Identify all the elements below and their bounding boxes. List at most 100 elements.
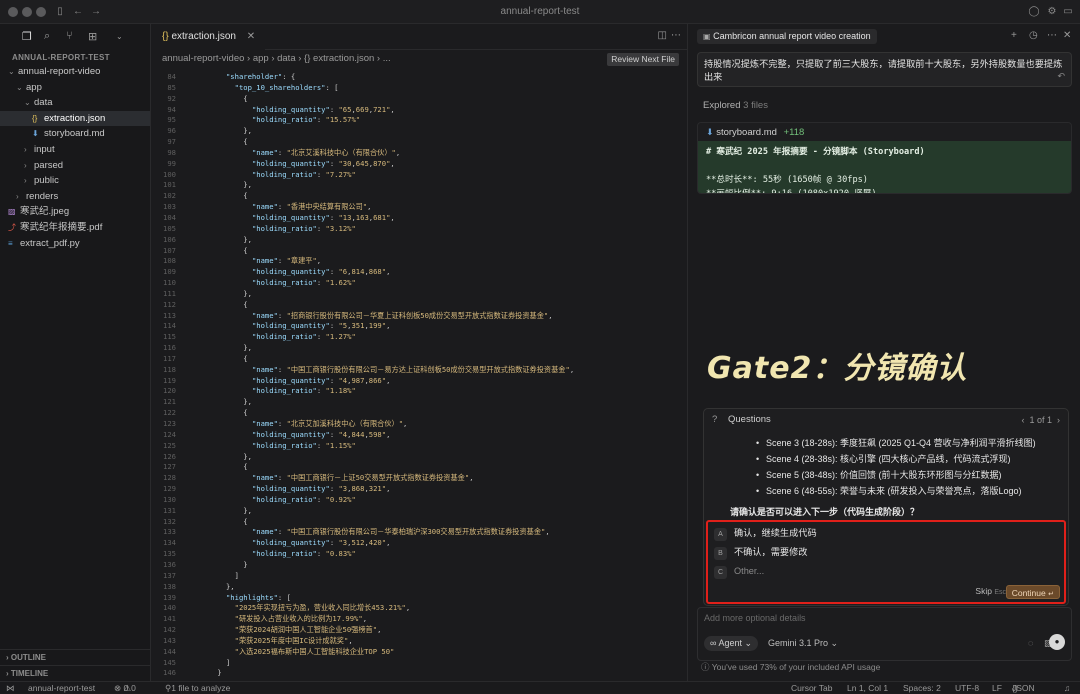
answer-option[interactable]: A 确认，继续生成代码 bbox=[714, 526, 817, 541]
tree-item-label: extraction.json bbox=[44, 112, 106, 124]
code-line: 101 }, bbox=[152, 180, 688, 191]
model-selector[interactable]: Gemini 3.1 Pro ⌄ bbox=[768, 636, 838, 651]
cursor-position[interactable]: Ln 1, Col 1 bbox=[847, 682, 888, 694]
code-line: 94 "holding_quantity": "65,669,721", bbox=[152, 105, 688, 116]
file-change-card[interactable]: ⬇ storyboard.md +118 # 寒武纪 2025 年报摘要 - 分… bbox=[697, 122, 1072, 194]
code-text: "holding_ratio": "0.83%" bbox=[251, 549, 356, 559]
indentation-status[interactable]: Spaces: 2 bbox=[903, 682, 941, 694]
image-file-icon: ▨ bbox=[8, 207, 16, 217]
problems-indicator[interactable]: ⊗ 0 ⚠ 0 bbox=[114, 682, 136, 694]
line-number: 128 bbox=[163, 473, 176, 483]
line-number: 116 bbox=[163, 343, 176, 353]
agent-mode-selector[interactable]: ∞ Agent ⌄ bbox=[704, 636, 759, 651]
more-options-icon[interactable]: ⋯ bbox=[1047, 30, 1057, 41]
new-chat-plus-icon[interactable]: + bbox=[1011, 30, 1017, 41]
tree-item[interactable]: ⌄ annual-report-video bbox=[0, 64, 150, 80]
code-text: "holding_ratio": "0.92%" bbox=[251, 494, 356, 504]
source-control-icon[interactable]: ⑂ bbox=[66, 30, 73, 42]
chat-tab[interactable]: ▣ Cambricon annual report video creation bbox=[697, 29, 877, 44]
line-number: 141 bbox=[163, 614, 176, 624]
account-icon[interactable]: ◯ bbox=[1028, 6, 1040, 18]
tree-item[interactable]: › public bbox=[0, 173, 150, 189]
questions-pager[interactable]: ‹ 1 of 1 › bbox=[1021, 409, 1060, 431]
code-line: 98 "name": "北京艾溪科技中心（有限合伙）", bbox=[152, 148, 688, 159]
cursor-tab-status[interactable]: Cursor Tab bbox=[791, 682, 832, 694]
search-icon[interactable]: ⌕ bbox=[44, 30, 50, 43]
scene-item: Scene 3 (18-28s): 季度狂飙 (2025 Q1-Q4 营收与净利… bbox=[756, 437, 1036, 449]
line-number: 99 bbox=[167, 158, 176, 168]
line-number: 112 bbox=[163, 299, 176, 309]
tree-item[interactable]: › parsed bbox=[0, 158, 150, 174]
tree-item[interactable]: › renders bbox=[0, 189, 150, 205]
tree-item[interactable]: › input bbox=[0, 142, 150, 158]
code-text: "holding_quantity": "6,814,868", bbox=[251, 267, 391, 277]
close-tab-icon[interactable]: ✕ bbox=[247, 31, 255, 42]
eol-status[interactable]: LF bbox=[992, 682, 1002, 694]
layout-icon[interactable]: ▭ bbox=[1062, 6, 1074, 18]
chat-input-area[interactable]: Add more optional details ∞ Agent ⌄ Gemi… bbox=[697, 607, 1072, 661]
code-line: 146 } bbox=[152, 668, 688, 679]
tree-item[interactable]: ⌄ app bbox=[0, 80, 150, 96]
line-number: 145 bbox=[163, 657, 176, 667]
continue-button[interactable]: Continue ↵ bbox=[1005, 585, 1060, 599]
outline-section[interactable]: › OUTLINE bbox=[0, 649, 151, 665]
undo-icon[interactable]: ↶ bbox=[1057, 70, 1065, 83]
files-icon[interactable]: ❐ bbox=[22, 30, 32, 43]
code-line: 135 "holding_ratio": "0.83%" bbox=[152, 549, 688, 560]
code-line: 120 "holding_ratio": "1.18%" bbox=[152, 386, 688, 397]
history-clock-icon[interactable]: ◷ bbox=[1029, 30, 1038, 41]
code-text: "holding_quantity": "3,868,321", bbox=[251, 484, 391, 494]
line-number: 139 bbox=[163, 592, 176, 602]
code-text: { bbox=[200, 408, 248, 418]
answer-option[interactable]: C Other... bbox=[714, 564, 764, 579]
extensions-icon[interactable]: ⊞ bbox=[88, 30, 97, 43]
settings-gear-icon[interactable]: ⚙ bbox=[1046, 6, 1058, 18]
tree-item[interactable]: ⌄ data bbox=[0, 95, 150, 111]
user-message[interactable]: 持股情况提炼不完整，只提取了前三大股东，请提取前十大股东，另外持股数量也要提炼出… bbox=[697, 52, 1072, 87]
code-text: { bbox=[200, 353, 248, 363]
close-panel-icon[interactable]: ✕ bbox=[1063, 30, 1071, 41]
review-next-file-button[interactable]: Review Next File bbox=[607, 53, 679, 66]
code-text: } bbox=[200, 668, 222, 678]
line-number: 126 bbox=[163, 451, 176, 461]
line-number: 142 bbox=[163, 625, 176, 635]
title-bar: ▯ ← → annual-report-test ◯ ⚙ ▭ bbox=[0, 0, 1080, 24]
split-editor-icon[interactable]: ◫ bbox=[658, 30, 667, 41]
workspace-name[interactable]: annual-report-test bbox=[28, 682, 95, 694]
microphone-icon[interactable]: ● bbox=[1049, 634, 1065, 650]
notifications-bell-icon[interactable]: ♫ bbox=[1064, 682, 1070, 694]
code-view[interactable]: 84 "shareholder": {85 "top_10_shareholde… bbox=[152, 72, 688, 679]
timeline-section[interactable]: › TIMELINE bbox=[0, 665, 151, 681]
chevron-down-icon[interactable]: ⌄ bbox=[116, 32, 123, 41]
code-text: }, bbox=[200, 397, 252, 407]
tree-item[interactable]: {} extraction.json bbox=[0, 110, 150, 127]
tree-item[interactable]: ≡ extract_pdf.py bbox=[0, 236, 150, 252]
encoding-status[interactable]: UTF-8 bbox=[955, 682, 979, 694]
code-text: { bbox=[200, 137, 248, 147]
tab-extraction-json[interactable]: {} extraction.json ✕ bbox=[152, 24, 266, 50]
analyze-status[interactable]: ⚲ 1 file to analyze bbox=[165, 682, 230, 694]
tree-item[interactable]: ⬇ storyboard.md bbox=[0, 126, 150, 142]
model-label: Gemini 3.1 Pro bbox=[768, 638, 829, 648]
chat-header: ▣ Cambricon annual report video creation… bbox=[689, 24, 1080, 48]
code-line: 104 "holding_quantity": "13,163,681", bbox=[152, 213, 688, 224]
code-text: "荣获2024胡润中国人工智能企业50强榜首", bbox=[234, 625, 382, 635]
remote-icon[interactable]: ⋈ bbox=[6, 682, 15, 694]
warning-count: 0 bbox=[131, 683, 136, 693]
tree-item[interactable]: ▨ 寒武纪.jpeg bbox=[0, 204, 150, 220]
code-line: 111 }, bbox=[152, 289, 688, 300]
tree-item[interactable]: ⤴ 寒武纪年报摘要.pdf bbox=[0, 220, 150, 236]
preview-line: # 寒武纪 2025 年报摘要 - 分镜脚本 (Storyboard) bbox=[706, 147, 925, 157]
explored-summary[interactable]: Explored 3 files bbox=[703, 100, 768, 111]
skip-button[interactable]: Skip Esc bbox=[975, 586, 1006, 596]
tree-item-label: input bbox=[34, 143, 55, 155]
breadcrumb-path[interactable]: annual-report-video › app › data › {} ex… bbox=[162, 53, 391, 64]
code-text: "holding_ratio": "7.27%" bbox=[251, 169, 356, 179]
line-number: 122 bbox=[163, 408, 176, 418]
more-actions-icon[interactable]: ⋯ bbox=[671, 30, 681, 41]
line-number: 105 bbox=[163, 223, 176, 233]
answer-option[interactable]: B 不确认，需要修改 bbox=[714, 545, 808, 560]
line-number: 135 bbox=[163, 549, 176, 559]
project-header[interactable]: ANNUAL-REPORT-TEST bbox=[0, 48, 150, 64]
chat-input-placeholder[interactable]: Add more optional details bbox=[704, 613, 806, 623]
